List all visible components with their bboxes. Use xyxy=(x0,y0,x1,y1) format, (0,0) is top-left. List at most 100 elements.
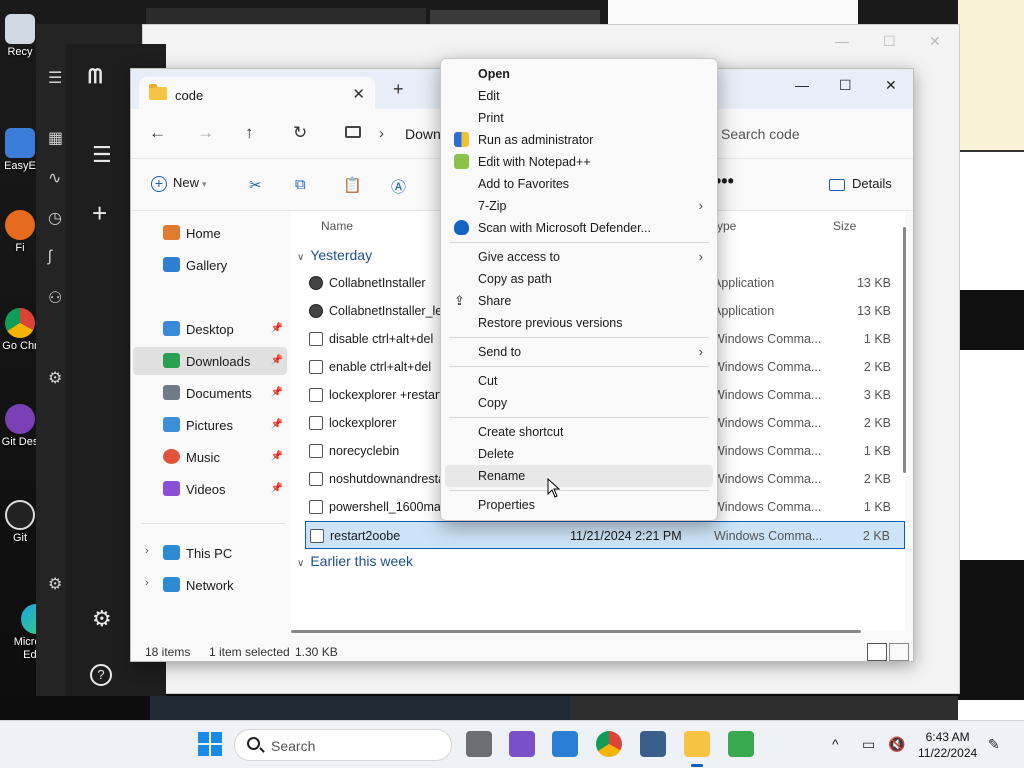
minimize-button[interactable]: — xyxy=(795,77,809,93)
sliders-icon[interactable]: ⚙ xyxy=(92,606,112,632)
nav-item-home[interactable]: Home xyxy=(133,219,287,247)
nav-item-music[interactable]: Music 📌 xyxy=(133,443,287,471)
group-header-yesterday[interactable]: ∨ Yesterday xyxy=(297,247,372,263)
chrome-icon[interactable] xyxy=(596,731,622,757)
notification-icon[interactable]: ✎ xyxy=(988,736,1000,753)
menu-item-open[interactable]: Open xyxy=(445,63,713,85)
new-button[interactable]: + New ▾ xyxy=(151,175,207,192)
address-bar[interactable]: › Down xyxy=(331,118,441,150)
search-placeholder: Search code xyxy=(721,126,800,142)
settings-icon[interactable]: ⚙ xyxy=(48,368,62,388)
taskbar-search[interactable]: Search xyxy=(234,729,452,761)
people-icon[interactable]: ⚇ xyxy=(48,288,62,308)
help-icon[interactable]: ? xyxy=(90,664,112,686)
file-explorer-icon[interactable] xyxy=(684,731,710,767)
start-button[interactable] xyxy=(197,731,223,757)
menu-item-restore-previous-versions[interactable]: Restore previous versions xyxy=(445,312,713,334)
column-type[interactable]: ype xyxy=(717,219,736,233)
route-icon[interactable]: ʃ xyxy=(48,248,52,266)
menu-item-cut[interactable]: Cut xyxy=(445,370,713,392)
history-icon[interactable]: ◷ xyxy=(48,208,62,228)
file-name: norecyclebin xyxy=(329,444,400,458)
menu-icon[interactable]: ☰ xyxy=(92,142,112,168)
up-button[interactable]: ↑ xyxy=(245,123,254,143)
tray-overflow-button[interactable]: ^ xyxy=(832,736,839,752)
menu-item-add-to-favorites[interactable]: Add to Favorites xyxy=(445,173,713,195)
group-header-earlier[interactable]: ∨ Earlier this week xyxy=(297,553,413,569)
desktop-icon-chrome[interactable]: Go Chr xyxy=(0,308,40,352)
forward-button[interactable]: → xyxy=(197,123,214,143)
menu-item-copy-as-path[interactable]: Copy as path xyxy=(445,268,713,290)
nav-item-desktop[interactable]: Desktop 📌 xyxy=(133,315,287,343)
desktop-icon-git[interactable]: Git xyxy=(0,500,40,544)
cut-icon[interactable]: ✂ xyxy=(249,176,262,194)
rename-icon[interactable]: Ⓐ xyxy=(391,176,406,197)
column-name[interactable]: Name xyxy=(321,219,353,233)
desktop-icon-easy[interactable]: EasyE xyxy=(0,128,40,172)
file-type: Windows Comma... xyxy=(713,332,822,346)
menu-item-create-shortcut[interactable]: Create shortcut xyxy=(445,421,713,443)
desktop-icon-recycle-bin[interactable]: Recy xyxy=(0,14,40,58)
column-size[interactable]: Size xyxy=(833,219,856,233)
background-drawing-collage xyxy=(958,0,1024,720)
refresh-button[interactable]: ↻ xyxy=(293,123,307,143)
tab-close-button[interactable]: ✕ xyxy=(352,85,365,103)
copy-icon[interactable]: ⧉ xyxy=(295,176,306,193)
search-box[interactable]: Search code xyxy=(711,118,911,150)
maximize-button[interactable]: ☐ xyxy=(839,77,852,94)
menu-item-delete[interactable]: Delete xyxy=(445,443,713,465)
menu-item-share[interactable]: ⇪ Share xyxy=(445,290,713,312)
mouse-cursor xyxy=(547,478,561,498)
tab-code[interactable]: code ✕ xyxy=(139,77,375,111)
nav-item-downloads[interactable]: Downloads 📌 xyxy=(133,347,287,375)
back-button[interactable]: ← xyxy=(149,123,166,143)
paste-icon[interactable]: 📋 xyxy=(343,176,362,194)
app-icon-green[interactable] xyxy=(728,731,754,757)
desktop-icon-firefox[interactable]: Fi xyxy=(0,210,40,254)
nav-item-pictures[interactable]: Pictures 📌 xyxy=(133,411,287,439)
nav-item-videos[interactable]: Videos 📌 xyxy=(133,475,287,503)
app-icon-purple[interactable] xyxy=(509,731,535,757)
clock-time: 6:43 AM xyxy=(925,730,970,744)
menu-item-give-access-to[interactable]: Give access to › xyxy=(445,246,713,268)
details-button[interactable]: Details xyxy=(829,176,892,191)
clock[interactable]: 6:43 AM 11/22/2024 xyxy=(918,729,977,761)
vertical-scrollbar[interactable] xyxy=(903,227,906,473)
nav-item-documents[interactable]: Documents 📌 xyxy=(133,379,287,407)
settings-gear-icon[interactable]: ⚙ xyxy=(48,574,62,594)
add-icon[interactable]: + xyxy=(92,198,107,229)
chevron-right-icon[interactable]: › xyxy=(145,577,149,589)
desktop-icon-github-desktop[interactable]: Git Des xyxy=(0,404,40,448)
nav-item-network[interactable]: › Network xyxy=(133,571,287,599)
menu-item-print[interactable]: Print xyxy=(445,107,713,129)
app-icon-blue[interactable] xyxy=(552,731,578,757)
menu-item-scan-with-microsoft-defender[interactable]: Scan with Microsoft Defender... xyxy=(445,217,713,239)
chevron-right-icon[interactable]: › xyxy=(145,545,149,557)
menu-item-7-zip[interactable]: 7-Zip › xyxy=(445,195,713,217)
activity-icon[interactable]: ∿ xyxy=(48,168,61,188)
menu-item-copy[interactable]: Copy xyxy=(445,392,713,414)
breadcrumb-downloads[interactable]: Down xyxy=(405,126,441,142)
details-view-button[interactable] xyxy=(867,643,887,661)
horizontal-scrollbar[interactable] xyxy=(291,630,861,633)
menu-item-edit[interactable]: Edit xyxy=(445,85,713,107)
new-tab-button[interactable]: + xyxy=(393,79,404,100)
hamburger-icon[interactable]: ☰ xyxy=(48,68,62,88)
tiles-view-button[interactable] xyxy=(889,643,909,661)
menu-item-properties[interactable]: Properties xyxy=(445,494,713,516)
menu-item-edit-with-notepad[interactable]: Edit with Notepad++ xyxy=(445,151,713,173)
menu-item-run-as-administrator[interactable]: Run as administrator xyxy=(445,129,713,151)
home-icon xyxy=(163,225,180,240)
network-icon[interactable]: ▭ xyxy=(862,736,875,753)
task-view-icon[interactable] xyxy=(466,731,492,757)
close-button[interactable]: ✕ xyxy=(885,77,897,94)
panel-icon[interactable]: ▦ xyxy=(48,128,63,148)
background-window-fragment xyxy=(570,696,960,720)
volume-mute-icon[interactable]: 🔇 xyxy=(888,736,905,753)
nav-item-gallery[interactable]: Gallery xyxy=(133,251,287,279)
file-row[interactable]: restart2oobe 11/21/2024 2:21 PM Windows Co… xyxy=(305,521,905,549)
menu-item-rename[interactable]: Rename xyxy=(445,465,713,487)
app-icon-computer[interactable] xyxy=(640,731,666,757)
menu-item-send-to[interactable]: Send to › xyxy=(445,341,713,363)
nav-item-this-pc[interactable]: › This PC xyxy=(133,539,287,567)
